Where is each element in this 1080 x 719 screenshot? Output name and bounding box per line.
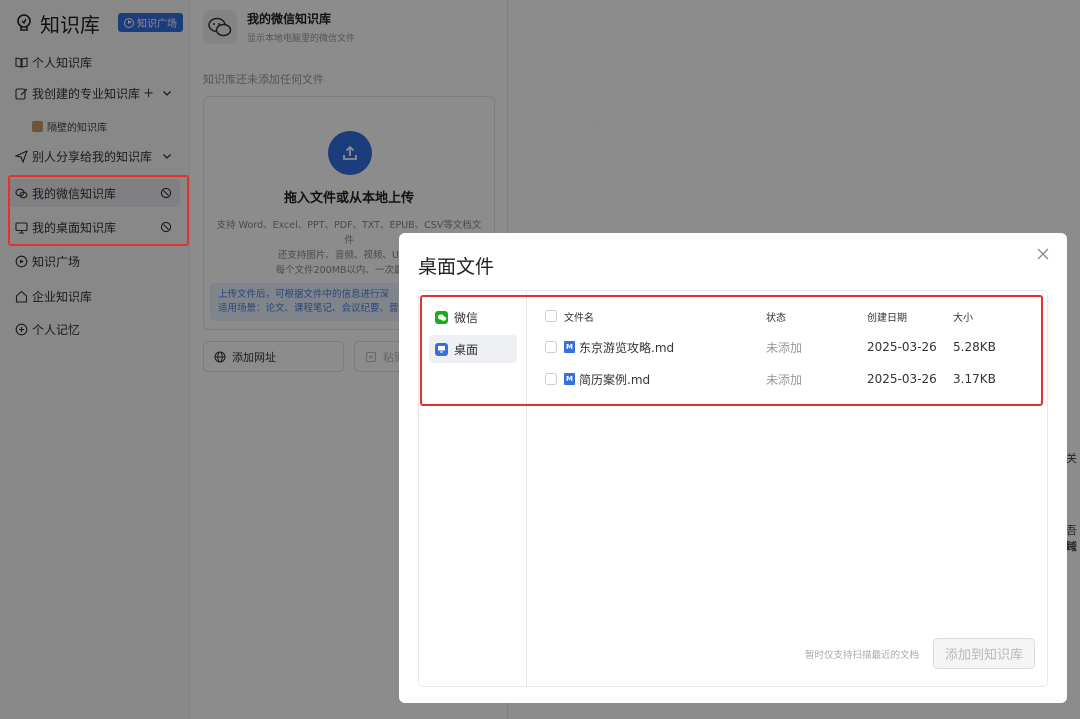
file-status: 未添加 (766, 372, 803, 387)
markdown-file-icon: M (564, 341, 575, 353)
file-name-cell: M 简历案例.md (564, 364, 650, 394)
table-row[interactable]: M 东京游览攻略.md 未添加 2025-03-26 5.28KB (527, 332, 1047, 362)
file-status: 未添加 (766, 340, 803, 355)
file-name: 东京游览攻略.md (579, 340, 675, 355)
source-item-wechat[interactable]: 微信 (429, 303, 517, 331)
column-status: 状态 (766, 312, 786, 324)
row-checkbox[interactable] (545, 364, 557, 394)
close-icon[interactable] (1035, 246, 1051, 262)
file-name: 简历案例.md (579, 372, 651, 387)
file-date: 2025-03-26 (867, 372, 937, 386)
column-date: 创建日期 (867, 312, 907, 324)
file-date: 2025-03-26 (867, 340, 937, 354)
dialog-title: 桌面文件 (418, 256, 495, 278)
select-all-checkbox[interactable] (545, 301, 557, 331)
wechat-icon (435, 310, 448, 324)
table-row[interactable]: M 简历案例.md 未添加 2025-03-26 3.17KB (527, 364, 1047, 394)
source-label: 微信 (454, 310, 479, 325)
file-size: 3.17KB (953, 372, 996, 386)
column-name: 文件名 (564, 312, 594, 324)
table-header: 文件名 状态 创建日期 大小 (527, 301, 1047, 331)
dialog-body: 微信 桌面 文件名 状态 创建日期 大小 M 东京游览攻略.md 未添加 202… (418, 290, 1048, 687)
row-checkbox[interactable] (545, 332, 557, 362)
desktop-files-dialog: 桌面文件 微信 桌面 文件名 状态 创建日期 大小 M 东京游览攻略.md 未添… (399, 233, 1067, 703)
add-to-kb-button[interactable]: 添加到知识库 (933, 638, 1035, 669)
source-item-desktop[interactable]: 桌面 (429, 335, 517, 363)
file-size: 5.28KB (953, 340, 996, 354)
scan-note: 暂时仅支持扫描最近的文档 (805, 650, 920, 661)
markdown-file-icon: M (564, 373, 575, 385)
desktop-icon (435, 342, 448, 356)
file-name-cell: M 东京游览攻略.md (564, 332, 674, 362)
source-label: 桌面 (454, 342, 479, 357)
column-size: 大小 (953, 312, 973, 324)
source-list: 微信 桌面 (419, 291, 527, 686)
